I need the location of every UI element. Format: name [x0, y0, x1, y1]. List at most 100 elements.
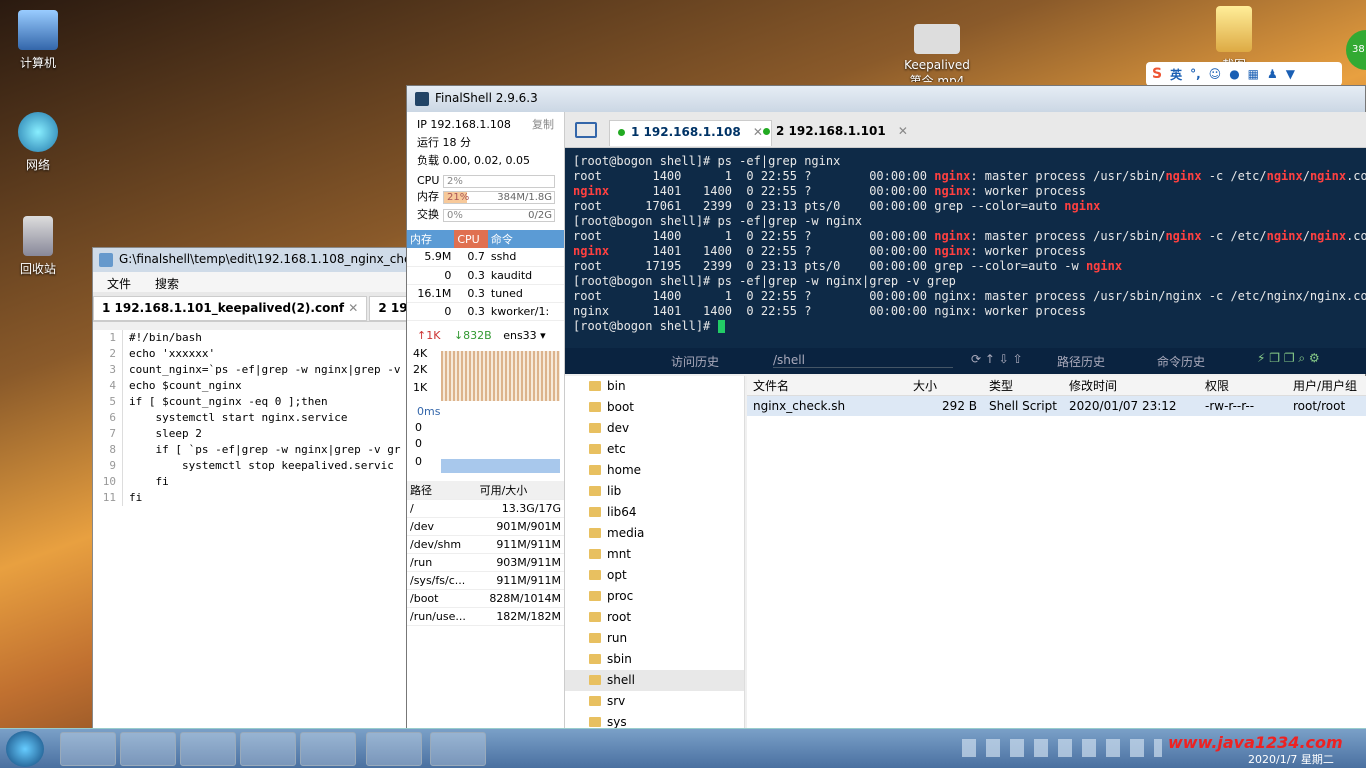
tree-item[interactable]: run: [565, 628, 744, 649]
desktop-icon-keepalived[interactable]: Keepalived 第今 mp4: [902, 24, 972, 82]
tree-item[interactable]: bin: [565, 376, 744, 397]
process-row[interactable]: 16.1M 0.3 tuned: [407, 284, 564, 303]
terminal-line: root 1400 1 0 22:55 ? 00:00:00 nginx: ma…: [573, 169, 1366, 184]
file-type: Shell Script: [989, 399, 1057, 413]
skin-icon[interactable]: ▼: [1286, 67, 1295, 81]
file-row[interactable]: nginx_check.sh 292 B Shell Script 2020/0…: [747, 396, 1366, 416]
ping-val: 0: [415, 454, 422, 468]
desktop-icon-network[interactable]: 网络: [8, 112, 68, 173]
ime-lang[interactable]: 英: [1170, 66, 1182, 83]
start-button[interactable]: [6, 731, 44, 767]
tree-item[interactable]: lib: [565, 481, 744, 502]
emoji-icon[interactable]: ☺: [1209, 67, 1222, 81]
col-mtime[interactable]: 修改时间: [1063, 376, 1199, 395]
disk-header-path[interactable]: 路径: [407, 480, 477, 500]
taskbar-app-3[interactable]: [180, 732, 236, 766]
session-tab-1[interactable]: 1 192.168.1.108 ✕: [609, 120, 772, 146]
net-interface-select[interactable]: ens33: [503, 329, 536, 342]
close-icon[interactable]: ✕: [348, 301, 358, 315]
taskbar-app-6[interactable]: [366, 732, 422, 766]
directory-tree[interactable]: bin boot dev etc home lib lib64 media mnt opt proc…: [565, 376, 745, 733]
folder-open-icon[interactable]: [575, 122, 597, 138]
terminal-line: root 1400 1 0 22:55 ? 00:00:00 nginx: ma…: [573, 289, 1366, 304]
tree-item[interactable]: media: [565, 523, 744, 544]
tree-item[interactable]: sbin: [565, 649, 744, 670]
finalshell-title-bar[interactable]: FinalShell 2.9.6.3: [407, 86, 1365, 112]
disk-row: /13.3G/17G: [407, 499, 564, 518]
col-name[interactable]: 文件名: [747, 376, 907, 395]
editor-window[interactable]: G:\finalshell\temp\edit\192.168.1.108_ng…: [92, 247, 447, 732]
process-row[interactable]: 5.9M 0.7 sshd: [407, 248, 564, 267]
net-up: ↑1K: [417, 328, 441, 342]
terminal-text: nginx: [573, 244, 610, 258]
tree-item[interactable]: opt: [565, 565, 744, 586]
proc-header-cmd[interactable]: 命令: [487, 230, 564, 248]
access-history-button[interactable]: 访问历史: [671, 353, 719, 370]
tray-icons[interactable]: [962, 739, 1162, 757]
tree-item[interactable]: boot: [565, 397, 744, 418]
desktop-icon-label: Keepalived: [904, 58, 970, 72]
finalshell-window[interactable]: FinalShell 2.9.6.3 IP 192.168.1.108 复制 运行…: [406, 85, 1366, 733]
taskbar-app-1[interactable]: [60, 732, 116, 766]
disk-header-size[interactable]: 可用/大小: [476, 480, 564, 500]
process-cell: 0.3: [454, 266, 488, 285]
desktop-icon-folder[interactable]: 截图: [1204, 6, 1264, 68]
file-list[interactable]: 文件名 大小 类型 修改时间 权限 用户/用户组 nginx_check.sh …: [747, 376, 1366, 733]
ime-toolbar[interactable]: S 英 °, ☺ ● ▦ ♟ ▼: [1146, 62, 1342, 86]
punct-icon[interactable]: °,: [1190, 67, 1201, 81]
terminal-text: : worker process: [970, 184, 1086, 198]
col-perm[interactable]: 权限: [1199, 376, 1287, 395]
tree-item[interactable]: etc: [565, 439, 744, 460]
desktop-icon-recycle-bin[interactable]: 回收站: [8, 216, 68, 277]
tree-item[interactable]: lib64: [565, 502, 744, 523]
tree-item[interactable]: mnt: [565, 544, 744, 565]
code-line: 6 systemctl start nginx.service: [93, 410, 411, 426]
process-row[interactable]: 0 0.3 kauditd: [407, 266, 564, 285]
tree-item[interactable]: proc: [565, 586, 744, 607]
tool-icons[interactable]: ⚡ ❐ ❐ ⌕ ⚙: [1257, 351, 1320, 366]
keyboard-icon[interactable]: ▦: [1248, 67, 1259, 81]
menu-file[interactable]: 文件: [107, 275, 131, 291]
tree-item[interactable]: srv: [565, 691, 744, 712]
command-history-button[interactable]: 命令历史: [1157, 353, 1205, 370]
tree-item[interactable]: dev: [565, 418, 744, 439]
close-icon[interactable]: ✕: [898, 124, 908, 138]
process-table[interactable]: 内存 CPU 命令 5.9M 0.7 sshd 0 0.3 kauditd 16.1M 0.3…: [407, 230, 564, 321]
col-type[interactable]: 类型: [983, 376, 1063, 395]
process-row[interactable]: 0 0.3 kworker/1:: [407, 302, 564, 321]
editor-tab-1[interactable]: 1 192.168.1.101_keepalived(2).conf ✕: [93, 296, 368, 321]
refresh-icon[interactable]: ⟳ ↑ ⇩ ⇧: [971, 352, 1023, 366]
code-line: 4 echo $count_nginx: [93, 378, 411, 394]
desktop-icon-computer[interactable]: 计算机: [8, 10, 68, 71]
taskbar-chrome[interactable]: [430, 732, 486, 766]
code-text: fi: [129, 475, 169, 488]
user-icon[interactable]: ♟: [1267, 67, 1278, 81]
tree-item[interactable]: shell: [565, 670, 744, 691]
mic-icon[interactable]: ●: [1229, 67, 1239, 81]
tree-item[interactable]: root: [565, 607, 744, 628]
disk-cell: 182M/182M: [476, 607, 564, 626]
net-down: ↓832B: [453, 328, 492, 342]
line-number: 10: [93, 474, 123, 490]
editor-title-bar[interactable]: G:\finalshell\temp\edit\192.168.1.108_ng…: [93, 248, 411, 272]
taskbar-app-2[interactable]: [120, 732, 176, 766]
terminal-text: /: [1302, 169, 1310, 183]
path-input[interactable]: /shell: [773, 353, 953, 368]
proc-header-mem[interactable]: 内存: [407, 230, 455, 248]
proc-header-cpu[interactable]: CPU: [454, 230, 488, 248]
editor-menu-bar: 文件 搜索: [93, 272, 411, 292]
session-tab-2[interactable]: 2 192.168.1.101 ✕: [755, 120, 916, 146]
col-owner[interactable]: 用户/用户组: [1287, 376, 1366, 395]
copy-ip-button[interactable]: 复制: [532, 117, 554, 133]
taskbar-app-4[interactable]: [240, 732, 296, 766]
menu-search[interactable]: 搜索: [155, 275, 179, 291]
clock-date[interactable]: 2020/1/7 星期二: [1248, 751, 1334, 767]
taskbar-app-5[interactable]: [300, 732, 356, 766]
disk-cell: 911M/911M: [476, 571, 564, 590]
code-editor[interactable]: 1 #!/bin/bash 2 echo 'xxxxxx' 3 count_nginx=`…: [93, 330, 411, 731]
tree-item[interactable]: home: [565, 460, 744, 481]
col-size[interactable]: 大小: [907, 376, 983, 395]
disk-row: /run/use... 182M/182M: [407, 607, 564, 626]
path-history-button[interactable]: 路径历史: [1057, 353, 1105, 370]
terminal[interactable]: [root@bogon shell]# ps -ef|grep nginx roo…: [565, 148, 1366, 348]
